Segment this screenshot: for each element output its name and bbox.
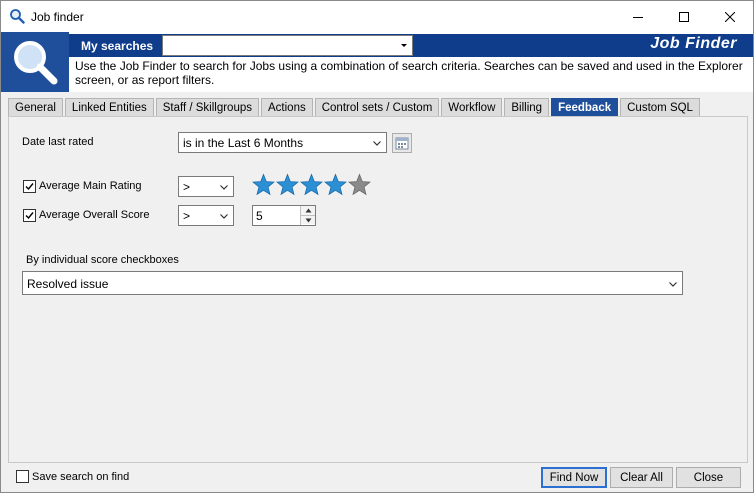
date-picker-button[interactable] <box>392 133 412 153</box>
avg-main-rating-label: Average Main Rating <box>39 180 142 192</box>
avg-overall-score-checkbox[interactable] <box>23 209 36 222</box>
chevron-down-icon <box>220 214 228 219</box>
avg-main-rating-operator[interactable]: > <box>178 176 234 197</box>
spin-up-button[interactable] <box>301 206 315 215</box>
close-button[interactable]: Close <box>676 467 741 488</box>
individual-score-dropdown[interactable]: Resolved issue <box>22 271 683 295</box>
job-finder-window: Job finder My searches Job Finder Use th… <box>0 0 754 493</box>
clear-all-button[interactable]: Clear All <box>610 467 673 488</box>
window-title: Job finder <box>31 10 84 24</box>
tab-workflow[interactable]: Workflow <box>441 98 503 117</box>
brand-title: Job Finder <box>650 35 737 52</box>
tab-strip: General Linked Entities Staff / Skillgro… <box>8 98 702 117</box>
title-bar: Job finder <box>1 1 753 32</box>
search-icon <box>9 8 25 24</box>
main-rating-stars[interactable] <box>252 173 372 198</box>
chevron-down-icon <box>220 185 228 190</box>
maximize-button[interactable] <box>661 1 707 32</box>
star-filled-icon[interactable] <box>300 173 323 198</box>
tab-linked-entities[interactable]: Linked Entities <box>64 98 154 117</box>
minimize-icon <box>633 16 643 18</box>
caret-down-icon <box>305 218 311 222</box>
avg-overall-score-label: Average Overall Score <box>39 209 150 221</box>
job-finder-logo <box>1 32 69 92</box>
date-last-rated-value: is in the Last 6 Months <box>183 136 304 150</box>
tab-actions[interactable]: Actions <box>261 98 313 117</box>
individual-score-value: Resolved issue <box>27 277 109 291</box>
date-last-rated-label: Date last rated <box>22 136 94 148</box>
header-band: My searches Job Finder Use the Job Finde… <box>1 32 753 92</box>
my-searches-label: My searches <box>81 39 154 53</box>
close-window-button[interactable] <box>707 1 753 32</box>
avg-main-rating-checkbox[interactable] <box>23 180 36 193</box>
checkmark-icon <box>25 183 34 191</box>
checkmark-icon <box>25 212 34 220</box>
feedback-panel: Date last rated is in the Last 6 Months … <box>8 116 748 463</box>
star-filled-icon[interactable] <box>276 173 299 198</box>
star-empty-icon[interactable] <box>348 173 371 198</box>
star-filled-icon[interactable] <box>252 173 275 198</box>
maximize-icon <box>679 11 689 22</box>
chevron-down-icon <box>373 141 381 146</box>
avg-main-rating-operator-value: > <box>183 180 191 194</box>
tab-general[interactable]: General <box>8 98 63 117</box>
banner: My searches Job Finder <box>69 34 753 57</box>
save-search-checkbox[interactable] <box>16 470 29 483</box>
spinner-buttons <box>300 206 315 225</box>
tab-billing[interactable]: Billing <box>504 98 550 117</box>
save-search-label: Save search on find <box>32 471 130 483</box>
chevron-down-icon <box>669 282 677 287</box>
star-filled-icon[interactable] <box>324 173 347 198</box>
tab-staff-skillgroups[interactable]: Staff / Skillgroups <box>155 98 259 117</box>
find-now-button[interactable]: Find Now <box>541 467 607 488</box>
individual-score-label: By individual score checkboxes <box>26 254 179 266</box>
avg-overall-score-spinner[interactable]: 5 <box>252 205 316 226</box>
magnifier-logo-icon <box>14 41 58 85</box>
caret-up-icon <box>305 208 311 213</box>
date-last-rated-dropdown[interactable]: is in the Last 6 Months <box>178 132 387 153</box>
avg-overall-score-operator[interactable]: > <box>178 205 234 226</box>
tab-feedback[interactable]: Feedback <box>551 98 619 117</box>
spin-down-button[interactable] <box>301 215 315 224</box>
tab-control-sets-custom[interactable]: Control sets / Custom <box>314 98 440 117</box>
avg-overall-score-value: 5 <box>256 209 263 223</box>
avg-overall-score-operator-value: > <box>183 209 191 223</box>
my-searches-dropdown[interactable] <box>162 35 413 56</box>
dropdown-arrow-icon <box>401 44 407 47</box>
minimize-button[interactable] <box>615 1 661 32</box>
calendar-icon <box>395 137 409 150</box>
finder-description: Use the Job Finder to search for Jobs us… <box>75 59 743 87</box>
tab-custom-sql[interactable]: Custom SQL <box>620 98 700 117</box>
close-icon <box>725 11 735 22</box>
